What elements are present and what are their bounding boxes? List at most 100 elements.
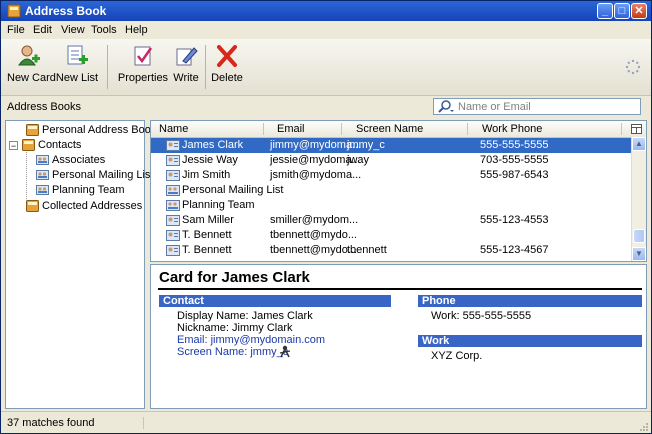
new-card-button[interactable]: New Card [7, 43, 56, 84]
work-phone-text: Work: 555-555-5555 [431, 310, 532, 322]
address-book-app-icon [7, 4, 21, 18]
tree-connector [26, 149, 27, 199]
list-header: Name Email Screen Name Work Phone [151, 121, 646, 138]
contact-card-icon [166, 215, 180, 226]
search-input[interactable] [458, 100, 636, 113]
properties-label: Properties [117, 72, 169, 84]
cell-screen-name: jway [347, 154, 370, 166]
work-section-header: Work [418, 335, 642, 347]
mailing-list-icon [36, 170, 49, 180]
column-header-email[interactable]: Email [277, 123, 305, 135]
cell-name: Sam Miller [182, 214, 234, 226]
scroll-up-button[interactable]: ▲ [632, 137, 646, 151]
new-list-label: New List [55, 72, 99, 84]
tree-item-label: Associates [52, 154, 106, 166]
new-card-icon [18, 45, 40, 66]
card-title-rule [158, 288, 642, 290]
mailing-list-icon [166, 185, 180, 196]
menu-file[interactable]: File [7, 24, 25, 36]
tree-item-personal-mailing-list[interactable]: Personal Mailing List [36, 168, 154, 183]
menu-help[interactable]: Help [125, 24, 148, 36]
column-separator[interactable] [263, 123, 264, 135]
menu-tools[interactable]: Tools [91, 24, 117, 36]
tree-item-planning-team[interactable]: Planning Team [36, 183, 144, 198]
email-link[interactable]: Email: jimmy@mydomain.com [177, 334, 325, 346]
toolbar: New Card New List Properties Write Delet… [1, 39, 651, 96]
delete-label: Delete [211, 72, 243, 84]
cell-name: Personal Mailing List [182, 184, 284, 196]
tree-item-contacts[interactable]: Contacts [22, 138, 142, 153]
status-text: 37 matches found [7, 417, 144, 429]
column-separator[interactable] [467, 123, 468, 135]
cell-work-phone: 555-987-6543 [480, 169, 549, 181]
screen-name-link[interactable]: Screen Name: jmmy_c [177, 346, 288, 358]
contact-card-icon [166, 230, 180, 241]
new-card-label: New Card [7, 72, 56, 84]
delete-button[interactable]: Delete [209, 43, 245, 84]
resize-grip-icon[interactable] [639, 422, 649, 432]
contact-list[interactable]: Name Email Screen Name Work Phone James … [150, 120, 647, 262]
tree-item-collected-addresses[interactable]: Collected Addresses [26, 199, 144, 214]
table-row[interactable]: Jessie Way jessie@mydoma... jway 703-555… [151, 153, 633, 168]
menu-view[interactable]: View [61, 24, 85, 36]
search-box[interactable] [433, 98, 641, 115]
tree-item-label: Personal Mailing List [52, 169, 154, 181]
cell-name: T. Bennett [182, 229, 232, 241]
activity-throbber-icon [625, 59, 641, 75]
cell-work-phone: 555-123-4567 [480, 244, 549, 256]
cell-name: James Clark [182, 139, 244, 151]
cell-email: jsmith@mydoma... [270, 169, 362, 181]
window-title: Address Book [25, 4, 107, 18]
contact-card-icon [166, 170, 180, 181]
contacts-expander[interactable]: − [9, 141, 18, 151]
address-book-tree[interactable]: Personal Address Book − Contacts Associa… [5, 120, 156, 409]
contact-card-icon [166, 245, 180, 256]
tree-item-label: Collected Addresses [42, 200, 143, 212]
cell-screen-name: tbennett [347, 244, 387, 256]
cell-name: Planning Team [182, 199, 255, 211]
column-header-work-phone[interactable]: Work Phone [482, 123, 542, 135]
scroll-down-button[interactable]: ▼ [632, 247, 646, 261]
table-row[interactable]: T. Bennett tbennett@mydo... tbennett 555… [151, 243, 633, 258]
title-bar[interactable]: Address Book _ □ ✕ [1, 1, 651, 21]
contact-card-icon [166, 155, 180, 166]
cell-email: tbennett@mydo... [270, 229, 357, 241]
write-icon [176, 47, 198, 66]
tree-item-personal-address-book[interactable]: Personal Address Book [26, 123, 156, 138]
table-row[interactable]: Personal Mailing List [151, 183, 633, 198]
table-row[interactable]: James Clark jimmy@mydoma... jmmy_c 555-5… [151, 138, 633, 153]
properties-button[interactable]: Properties [115, 43, 171, 84]
table-row[interactable]: Planning Team [151, 198, 633, 213]
column-header-name[interactable]: Name [159, 123, 188, 135]
new-list-button[interactable]: New List [55, 43, 99, 84]
list-scrollbar[interactable]: ▲ ▼ [631, 137, 646, 261]
toolbar-separator [107, 45, 108, 89]
mailing-list-icon [166, 200, 180, 211]
tree-item-associates[interactable]: Associates [36, 153, 144, 168]
maximize-button[interactable]: □ [614, 3, 630, 19]
close-button[interactable]: ✕ [631, 3, 647, 19]
cell-screen-name: jmmy_c [347, 139, 385, 151]
column-separator[interactable] [341, 123, 342, 135]
table-row[interactable]: T. Bennett tbennett@mydo... [151, 228, 633, 243]
contact-card-view: Card for James Clark Contact Display Nam… [150, 264, 647, 409]
column-picker-icon[interactable] [631, 124, 642, 134]
scroll-thumb[interactable] [633, 229, 645, 243]
address-book-icon [22, 139, 35, 151]
contact-card-icon [166, 140, 180, 151]
chevron-down-icon: ▼ [635, 249, 643, 258]
search-icon[interactable] [437, 100, 455, 114]
table-row[interactable]: Sam Miller smiller@mydom... 555-123-4553 [151, 213, 633, 228]
instant-messenger-icon[interactable] [279, 345, 291, 358]
menu-edit[interactable]: Edit [33, 24, 52, 36]
cell-email: smiller@mydom... [270, 214, 359, 226]
write-button[interactable]: Write [171, 43, 201, 84]
phone-section-header: Phone [418, 295, 642, 307]
table-row[interactable]: Jim Smith jsmith@mydoma... 555-987-6543 [151, 168, 633, 183]
chevron-up-icon: ▲ [635, 139, 643, 148]
cell-work-phone: 555-123-4553 [480, 214, 549, 226]
cell-name: Jim Smith [182, 169, 231, 181]
column-separator[interactable] [621, 123, 622, 135]
minimize-button[interactable]: _ [597, 3, 613, 19]
column-header-screen-name[interactable]: Screen Name [356, 123, 423, 135]
